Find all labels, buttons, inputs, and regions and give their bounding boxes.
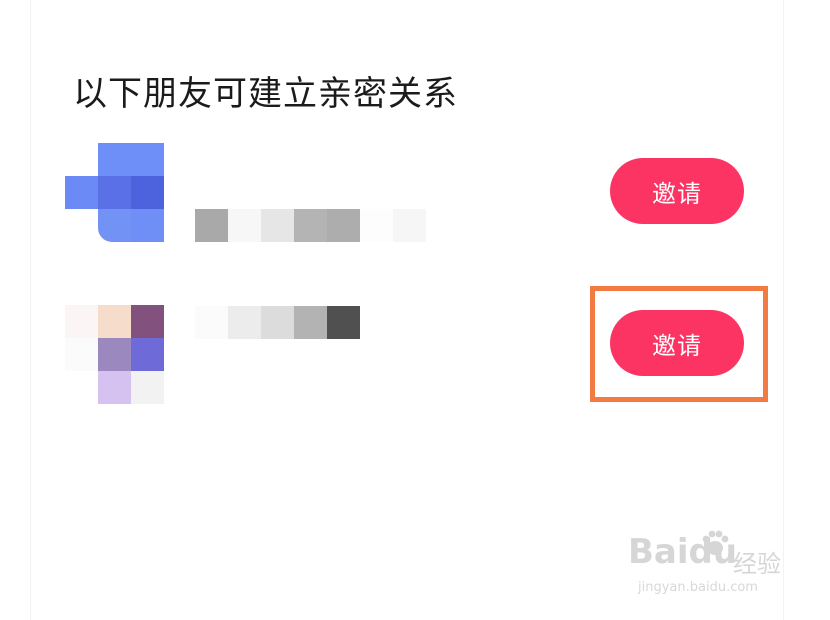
paw-icon <box>702 530 729 555</box>
invite-button[interactable]: 邀请 <box>610 158 744 224</box>
watermark-url: jingyan.baidu.com <box>638 580 758 595</box>
avatar[interactable] <box>65 143 165 243</box>
watermark: Baidu 经验 jingyan.baidu.com <box>628 530 793 607</box>
page-title: 以下朋友可建立亲密关系 <box>73 74 458 114</box>
highlight-box <box>590 286 768 402</box>
friend-name-blurred <box>195 306 365 339</box>
avatar[interactable] <box>65 305 165 405</box>
friend-row: 邀请 <box>0 143 830 243</box>
watermark-product: 经验 <box>733 550 781 578</box>
friend-name-blurred <box>195 209 435 242</box>
